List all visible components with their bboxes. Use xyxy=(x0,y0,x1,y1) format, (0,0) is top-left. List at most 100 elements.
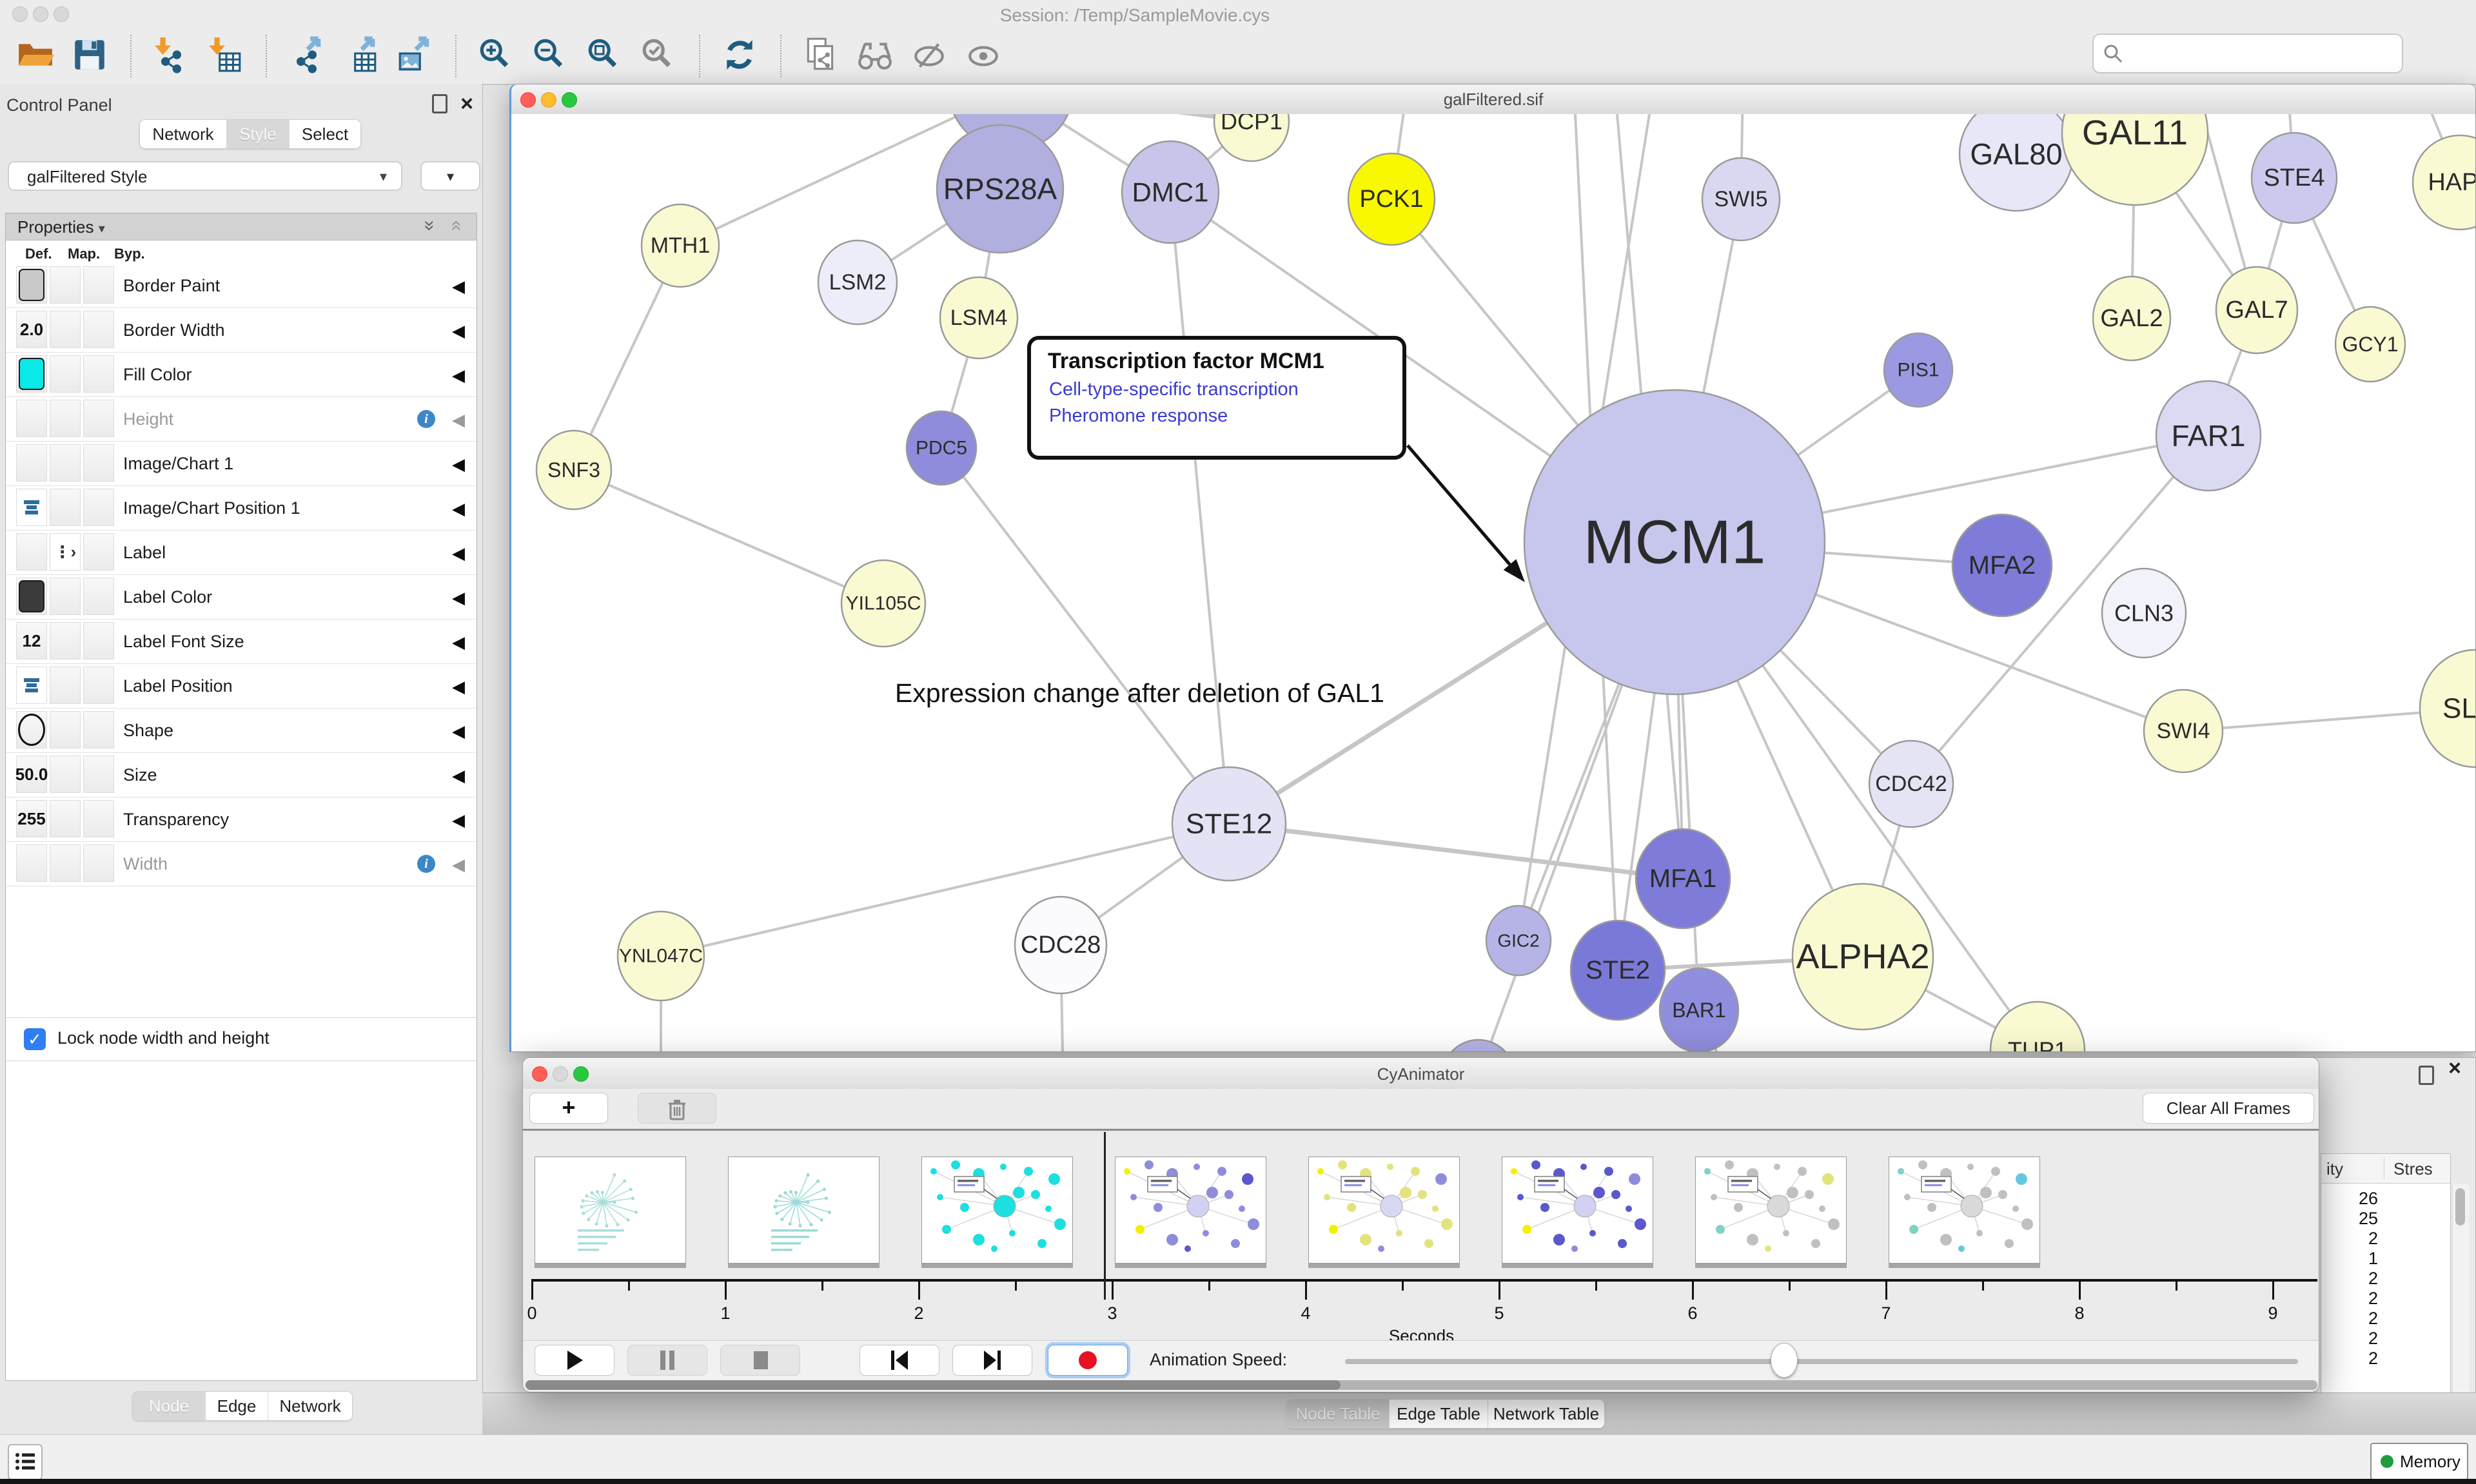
refresh-icon[interactable] xyxy=(721,36,758,73)
tab-edge[interactable]: Edge xyxy=(206,1392,268,1420)
bypass-cell[interactable] xyxy=(83,622,114,659)
default-value-cell[interactable] xyxy=(16,266,47,304)
tab-select[interactable]: Select xyxy=(290,120,360,148)
bypass-cell[interactable] xyxy=(83,400,114,437)
property-row-label-font-size[interactable]: 12Label Font Size◀ xyxy=(6,620,477,664)
expand-arrow-icon[interactable]: ◀ xyxy=(452,677,465,697)
expand-arrow-icon[interactable]: ◀ xyxy=(452,321,465,341)
default-value-cell[interactable] xyxy=(16,489,47,526)
node-GAL80[interactable]: GAL80 xyxy=(1960,114,2073,211)
skip-start-button[interactable] xyxy=(860,1345,939,1376)
default-value-cell[interactable] xyxy=(16,444,47,482)
expand-arrow-icon[interactable]: ◀ xyxy=(452,588,465,608)
mapping-cell[interactable] xyxy=(50,266,81,304)
mapping-cell[interactable]: ⋮› xyxy=(50,533,81,571)
properties-header[interactable]: Properties ▾ » « xyxy=(6,213,477,240)
stop-button[interactable] xyxy=(720,1345,800,1376)
node-PCK1[interactable]: PCK1 xyxy=(1348,153,1435,245)
expand-arrow-icon[interactable]: ◀ xyxy=(452,543,465,563)
bypass-cell[interactable] xyxy=(83,444,114,482)
property-row-label-position[interactable]: Label Position◀ xyxy=(6,664,477,708)
canvas-caption[interactable]: Expression change after deletion of GAL1 xyxy=(895,678,1384,708)
timeline[interactable]: 0123456789 Seconds xyxy=(523,1131,2319,1340)
bypass-cell[interactable] xyxy=(83,756,114,793)
node-FAR1[interactable]: FAR1 xyxy=(2156,381,2261,491)
cyanimator-titlebar[interactable]: CyAnimator xyxy=(523,1058,2319,1089)
property-row-image-chart-position-1[interactable]: Image/Chart Position 1◀ xyxy=(6,486,477,531)
table-cell-value[interactable]: 2 xyxy=(2321,1289,2378,1309)
speed-slider-track[interactable] xyxy=(1345,1359,2298,1364)
clear-all-frames-button[interactable]: Clear All Frames xyxy=(2143,1093,2314,1124)
node-YNL047C[interactable]: YNL047C xyxy=(618,912,704,1001)
save-icon[interactable] xyxy=(71,36,108,73)
zoom-fit-icon[interactable] xyxy=(585,36,623,73)
default-value-cell[interactable] xyxy=(16,667,47,704)
edge[interactable] xyxy=(941,448,1229,824)
bypass-cell[interactable] xyxy=(83,800,114,837)
node-CDC28[interactable]: CDC28 xyxy=(1015,897,1106,993)
table-cell-value[interactable]: 2 xyxy=(2321,1309,2378,1329)
node-CDC42[interactable]: CDC42 xyxy=(1869,741,1953,827)
node-RPS28A[interactable]: RPS28A xyxy=(937,125,1063,253)
bypass-cell[interactable] xyxy=(83,489,114,526)
open-folder-icon[interactable] xyxy=(17,36,54,73)
mcm1-annotation[interactable]: Transcription factor MCM1 Cell-type-spec… xyxy=(1027,336,1406,460)
play-button[interactable] xyxy=(535,1345,614,1376)
zoom-out-icon[interactable] xyxy=(531,36,569,73)
animator-scrollbar-thumb[interactable] xyxy=(526,1380,1341,1390)
record-button[interactable] xyxy=(1048,1345,1128,1376)
mapping-cell[interactable] xyxy=(50,400,81,437)
zoom-selected-icon[interactable] xyxy=(640,36,677,73)
default-value-cell[interactable] xyxy=(16,578,47,615)
hide-icon[interactable] xyxy=(910,36,948,73)
node-GAL2[interactable]: GAL2 xyxy=(2093,277,2170,360)
mapping-cell[interactable] xyxy=(50,355,81,393)
property-row-border-paint[interactable]: Border Paint◀ xyxy=(6,264,477,308)
tab-node-table[interactable]: Node Table xyxy=(1287,1400,1390,1428)
default-value-cell[interactable]: 2.0 xyxy=(16,311,47,348)
export-table-icon[interactable] xyxy=(342,36,379,73)
export-image-icon[interactable] xyxy=(396,36,433,73)
tab-network-table[interactable]: Network Table xyxy=(1488,1400,1604,1428)
mapping-cell[interactable] xyxy=(50,622,81,659)
export-network-icon[interactable] xyxy=(288,36,325,73)
node-LSM2[interactable]: LSM2 xyxy=(818,240,897,324)
frame-thumbnail-1[interactable] xyxy=(535,1157,686,1264)
node-TUP1[interactable]: TUP1 xyxy=(1990,1002,2085,1051)
node-DMC1[interactable]: DMC1 xyxy=(1122,141,1219,243)
annotation-link-2[interactable]: Pheromone response xyxy=(1049,405,1402,427)
default-value-cell[interactable] xyxy=(16,711,47,748)
delete-frame-button[interactable] xyxy=(638,1093,716,1124)
network-canvas[interactable]: DCP1RPS28ADMC1PCK1SWI5GAL80GAL11STE4HAP2… xyxy=(511,114,2475,1051)
mapping-cell[interactable] xyxy=(50,800,81,837)
table-cell-value[interactable]: 2 xyxy=(2321,1329,2378,1349)
close-panel-icon[interactable]: × xyxy=(460,96,473,112)
expand-arrow-icon[interactable]: ◀ xyxy=(452,410,465,430)
node-BAR1[interactable]: BAR1 xyxy=(1660,968,1738,1051)
property-row-shape[interactable]: Shape◀ xyxy=(6,708,477,753)
expand-arrow-icon[interactable]: ◀ xyxy=(452,855,465,875)
default-value-cell[interactable]: 255 xyxy=(16,800,47,837)
property-row-fill-color[interactable]: Fill Color◀ xyxy=(6,353,477,397)
duplicate-network-icon[interactable] xyxy=(802,36,840,73)
mapping-cell[interactable] xyxy=(50,756,81,793)
node-YIL105C[interactable]: YIL105C xyxy=(841,560,925,647)
node-MTH1[interactable]: MTH1 xyxy=(642,204,719,287)
node-STE4[interactable]: STE4 xyxy=(2252,133,2337,223)
timeline-playhead[interactable] xyxy=(1104,1132,1106,1300)
node-STE12[interactable]: STE12 xyxy=(1172,767,1286,881)
mapping-cell[interactable] xyxy=(50,667,81,704)
skip-end-button[interactable] xyxy=(952,1345,1032,1376)
find-icon[interactable] xyxy=(856,36,894,73)
bypass-cell[interactable] xyxy=(83,311,114,348)
node-CLN3[interactable]: CLN3 xyxy=(2102,569,2186,658)
node-ALPHA2[interactable]: ALPHA2 xyxy=(1793,884,1933,1030)
bypass-cell[interactable] xyxy=(83,845,114,882)
mapping-cell[interactable] xyxy=(50,711,81,748)
edge[interactable] xyxy=(661,824,1229,956)
pause-button[interactable] xyxy=(627,1345,707,1376)
mapping-cell[interactable] xyxy=(50,578,81,615)
frame-thumbnail-2[interactable] xyxy=(728,1157,879,1264)
frame-thumbnail-5[interactable] xyxy=(1308,1157,1460,1264)
mapping-cell[interactable] xyxy=(50,489,81,526)
